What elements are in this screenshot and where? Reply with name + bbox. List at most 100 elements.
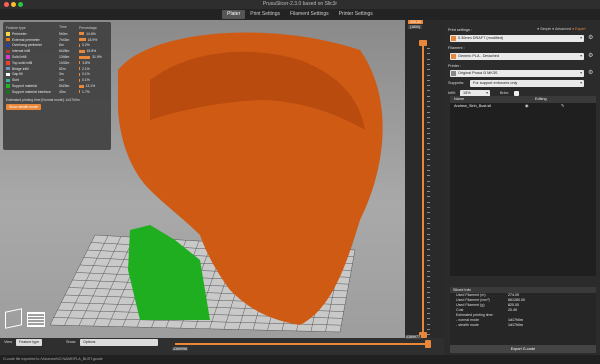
printer-gear-icon[interactable]: ⚙	[588, 69, 593, 76]
object-name: Andrew_Sinh_Bust.stl	[454, 104, 492, 108]
legend-percentage: 2.1%	[79, 67, 90, 71]
legend-time: 7h43m	[59, 37, 70, 42]
legend-percentage-label: 0.1%	[82, 78, 90, 83]
legend-feature-label: Solid infill	[12, 55, 27, 60]
tab-filament-settings[interactable]: Filament Settings	[285, 10, 334, 19]
sliced-info-value: 20.49	[508, 308, 517, 312]
object-col-name: Name	[454, 97, 465, 101]
legend-time: 3m	[59, 72, 64, 77]
layer-tick	[427, 138, 430, 140]
brim-label: Brim:	[500, 91, 509, 95]
layer-tick	[427, 111, 430, 113]
print-settings-gear-icon[interactable]: ⚙	[588, 34, 593, 41]
legend-time: 5h0m	[59, 31, 68, 36]
layer-tick	[427, 95, 430, 97]
close-window-icon[interactable]	[4, 2, 9, 7]
mode-expert-button[interactable]: ● Expert	[572, 27, 586, 31]
layer-tick	[427, 122, 430, 124]
layer-tick	[427, 318, 430, 320]
legend-feature: Perimeter	[6, 32, 59, 36]
object-list-header: Name Editing	[450, 96, 596, 103]
3d-preview-viewport[interactable]: Feature type Time Percentage Perimeter 5h…	[0, 20, 405, 355]
mode-simple-button[interactable]: ● Simple	[537, 27, 551, 31]
legend-feature-label: Top solid infill	[12, 60, 33, 65]
move-slider-left-value: 4389998	[172, 347, 188, 351]
layer-tick	[427, 260, 430, 261]
legend-feature: External perimeter	[6, 38, 59, 42]
layer-top-thumb[interactable]	[419, 40, 427, 46]
layer-tick	[427, 228, 430, 230]
legend-percentage: 3.8%	[79, 61, 90, 65]
legend-percentage: 1.7%	[79, 90, 90, 94]
legend-percentage-label: 2.1%	[82, 66, 90, 71]
legend-percentage: 18.9%	[79, 38, 97, 42]
filament-gear-icon[interactable]: ⚙	[588, 52, 593, 59]
legend-percentage-bar	[79, 49, 85, 53]
tab-plater[interactable]: Plater	[222, 10, 246, 19]
legend-swatch	[6, 43, 10, 48]
support-material	[128, 225, 210, 320]
move-slider-track[interactable]	[175, 343, 425, 345]
printer-select[interactable]: Original Prusa i3 MK3S ▾	[450, 70, 584, 77]
filament-label: Filament :	[448, 46, 465, 50]
legend-percentage-label: 18.9%	[87, 37, 98, 42]
legend-percentage-bar	[79, 61, 81, 65]
legend-feature-label: Internal infill	[12, 49, 31, 54]
print-settings-select[interactable]: 0.30mm DRAFT (modified) ▾	[450, 35, 584, 42]
filament-select[interactable]: Generic PLA - Detached ▾	[450, 53, 584, 60]
layer-tick	[427, 169, 430, 171]
layers-icon[interactable]	[27, 312, 45, 327]
sliced-info-panel: Sliced Info Used Filament (m) 274.09 Used …	[450, 287, 596, 345]
layer-tick	[427, 265, 430, 267]
printer-value: Original Prusa i3 MK3S	[458, 71, 498, 75]
layer-tick	[427, 191, 430, 193]
minimize-window-icon[interactable]	[11, 2, 16, 7]
legend-feature: Bridge infill	[6, 67, 59, 71]
layer-tick	[427, 222, 430, 224]
tab-printer-settings[interactable]: Printer Settings	[334, 10, 378, 19]
layer-top-index: (1600)	[408, 25, 423, 29]
layer-tick	[427, 307, 430, 309]
layer-slider-range	[422, 46, 424, 336]
legend-col-percentage: Percentage	[79, 26, 97, 30]
show-options-select[interactable]: Options	[80, 339, 158, 346]
legend-percentage-bar	[79, 67, 80, 71]
move-slider-thumb[interactable]	[425, 340, 431, 348]
legend-rows: Perimeter 5h0m 14.6% External perimeter 7h43…	[6, 31, 108, 95]
move-slider-bar: 4389998 4389977 View Feature type Show O…	[0, 335, 444, 355]
layer-tick	[427, 164, 430, 166]
legend-time: 5h23m	[59, 84, 70, 89]
object-col-editing: Editing	[535, 97, 547, 101]
layer-tick	[427, 238, 430, 240]
layer-tick	[427, 254, 430, 256]
tab-print-settings[interactable]: Print Settings	[245, 10, 285, 19]
visibility-eye-icon[interactable]: ◉	[525, 103, 528, 110]
edit-settings-icon[interactable]: ✎	[561, 103, 564, 110]
printer-label: Printer :	[448, 64, 462, 68]
object-list: Name Editing Andrew_Sinh_Bust.stl ◉ ✎	[450, 96, 596, 276]
legend-feature: Gap fill	[6, 72, 59, 76]
legend-percentage-bar	[79, 38, 86, 42]
layer-slider[interactable]: 320.30 (1600) 0.20 (1)	[405, 20, 444, 355]
show-stealth-mode-button[interactable]: Show stealth mode	[6, 103, 41, 110]
layer-tick	[427, 217, 430, 219]
layer-tick	[427, 85, 430, 87]
legend-feature-label: Skirt	[12, 78, 19, 83]
supports-select[interactable]: For support enforcers only ▾	[470, 80, 584, 87]
legend-col-time: Time	[59, 25, 67, 29]
legend-percentage-bar	[79, 84, 84, 88]
layer-tick	[427, 207, 430, 208]
legend-percentage-label: 14.6%	[86, 31, 96, 36]
view-cube-icon[interactable]	[5, 308, 22, 329]
legend-feature-label: Support material	[12, 84, 37, 89]
view-type-select[interactable]: Feature type	[16, 339, 43, 346]
legend-percentage-bar	[79, 55, 91, 59]
export-gcode-button[interactable]: Export G-code	[450, 345, 596, 353]
layer-tick	[427, 106, 430, 108]
supports-value: For support enforcers only	[473, 81, 518, 85]
mode-advanced-button[interactable]: ● Advanced	[552, 27, 571, 31]
object-row[interactable]: Andrew_Sinh_Bust.stl ◉ ✎	[450, 103, 596, 110]
legend-feature-label: Support material interface	[12, 89, 51, 94]
layer-tick	[427, 334, 430, 336]
zoom-window-icon[interactable]	[18, 2, 23, 7]
